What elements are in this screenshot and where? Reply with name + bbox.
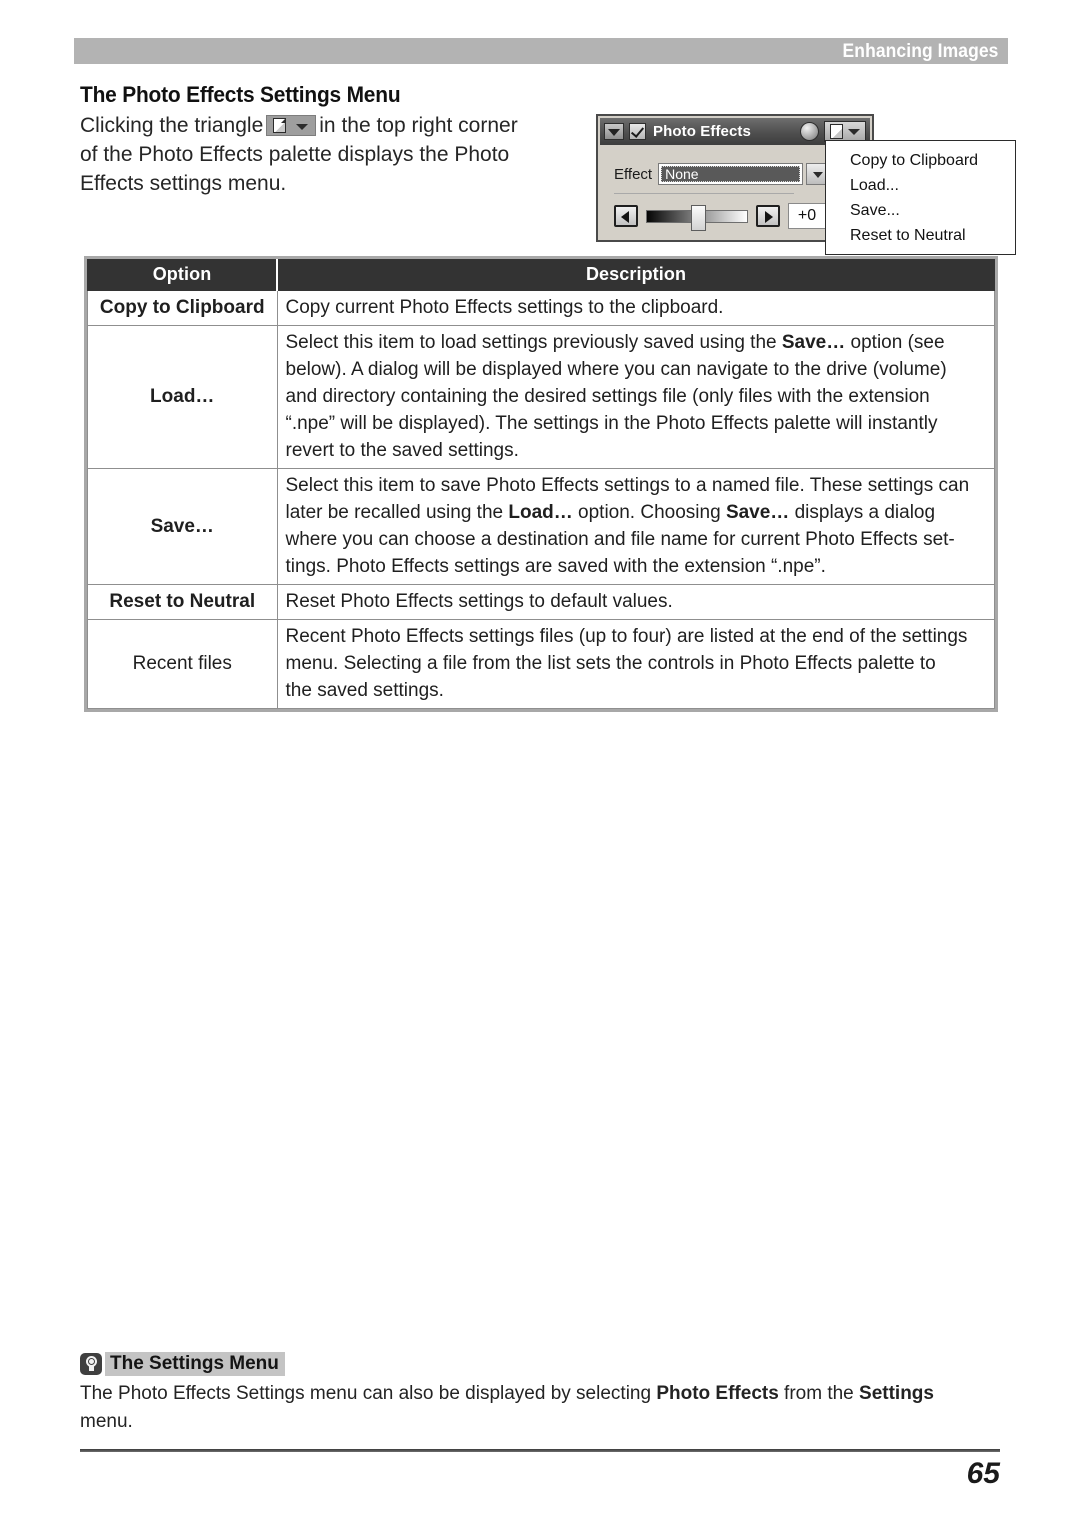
option-description-copy-to-clipboard: Copy current Photo Effects settings to t… [276,290,995,326]
table-header-description: Description [276,259,995,291]
table-row: Load… Select this item to load settings … [87,325,995,469]
running-head-text: Enhancing Images [842,40,998,62]
page-glyph [273,118,287,133]
page-number: 65 [966,1457,1000,1490]
bulb-spark-glyph [88,1358,95,1365]
option-description-save: Select this item to save Photo Effects s… [276,468,995,585]
tip-note: The Settings Menu The Photo Effects Sett… [80,1352,1000,1436]
page-glyph [830,124,843,139]
intro-text-before-icon: Clicking the triangle [80,114,264,137]
table-row: Save… Select this item to save Photo Eff… [87,468,995,585]
desc-line: revert to the saved settings. [285,440,519,461]
lightbulb-tip-icon [80,1353,102,1375]
tip-line-1: The Photo Effects Settings menu can also… [80,1383,934,1404]
palette-settings-menu[interactable]: Copy to Clipboard Load... Save... Reset … [825,140,1016,255]
option-description-recent-files: Recent Photo Effects settings files (up … [276,619,995,709]
chevron-down-icon [848,129,860,135]
slider-value-field[interactable]: +0 [788,203,826,229]
intro-text-after-icon: in the top right corner [319,114,518,137]
tip-title: The Settings Menu [105,1352,285,1376]
collapse-triangle-icon[interactable] [604,123,624,140]
menu-item-copy-to-clipboard[interactable]: Copy to Clipboard [826,148,1015,173]
table-header-option: Option [87,259,278,291]
effect-slider[interactable] [646,204,748,231]
desc-line: Select this item to load settings previo… [285,332,945,353]
tip-body: The Photo Effects Settings menu can also… [80,1380,1000,1436]
desc-line: and directory containing the desired set… [285,386,930,407]
effect-select[interactable]: None [658,163,804,185]
effect-row: Effect None [614,163,830,185]
palette-title: Photo Effects [653,123,751,140]
right-arrow-icon[interactable] [756,205,780,227]
option-label-recent-files: Recent files [87,619,278,709]
page-dropdown-icon [266,115,317,136]
intro-paragraph: Clicking the triangle in the top right co… [80,111,572,198]
options-table: Option Description Copy to Clipboard Cop… [87,259,995,709]
option-label-copy-to-clipboard: Copy to Clipboard [87,290,278,326]
intro-line-1: Clicking the triangle in the top right co… [80,111,572,140]
desc-line: tings. Photo Effects settings are saved … [285,556,826,577]
desc-line: where you can choose a destination and f… [285,529,955,550]
desc-line: Recent Photo Effects settings files (up … [285,626,968,647]
option-label-load: Load… [87,325,278,469]
menu-item-save[interactable]: Save... [826,198,1015,223]
tip-line-2: menu. [80,1411,133,1432]
palette-divider [614,193,794,194]
photo-effects-palette-screenshot: Photo Effects Effect None +0 Copy to Cli… [596,114,1016,255]
palette-menu-button[interactable] [824,121,866,142]
desc-line: later be recalled using the Load… option… [285,502,936,523]
option-label-reset-to-neutral: Reset to Neutral [87,584,278,620]
page-title: The Photo Effects Settings Menu [80,82,401,107]
desc-line: the saved settings. [285,680,444,701]
desc-line: menu. Selecting a file from the list set… [285,653,936,674]
table-row: Copy to Clipboard Copy current Photo Eff… [87,290,995,326]
desc-line: Select this item to save Photo Effects s… [285,475,970,496]
tip-header: The Settings Menu [80,1352,1000,1376]
desc-line: below). A dialog will be displayed where… [285,359,947,380]
option-description-load: Select this item to load settings previo… [276,325,995,469]
intro-line-2: of the Photo Effects palette displays th… [80,143,510,166]
triangle-glyph [296,124,309,130]
intro-line-3: Effects settings menu. [80,172,287,195]
running-head-bar: Enhancing Images [74,38,1008,64]
effect-selected-value: None [661,166,801,182]
slider-row: +0 [614,203,826,231]
desc-line: “.npe” will be displayed). The settings … [285,413,938,434]
left-arrow-icon[interactable] [614,205,638,227]
table-row: Recent files Recent Photo Effects settin… [87,619,995,709]
slider-thumb[interactable] [691,204,706,231]
menu-item-load[interactable]: Load... [826,173,1015,198]
table-row: Reset to Neutral Reset Photo Effects set… [87,584,995,620]
menu-item-reset-to-neutral[interactable]: Reset to Neutral [826,223,1015,248]
option-label-save: Save… [87,468,278,585]
circle-knob-icon[interactable] [800,122,819,141]
effect-label: Effect [614,165,653,183]
footer-divider [80,1449,1000,1452]
table-header-row: Option Description [87,259,995,291]
checked-checkbox-icon[interactable] [629,123,646,140]
options-table-wrapper: Option Description Copy to Clipboard Cop… [84,256,998,712]
option-description-reset-to-neutral: Reset Photo Effects settings to default … [276,584,995,620]
